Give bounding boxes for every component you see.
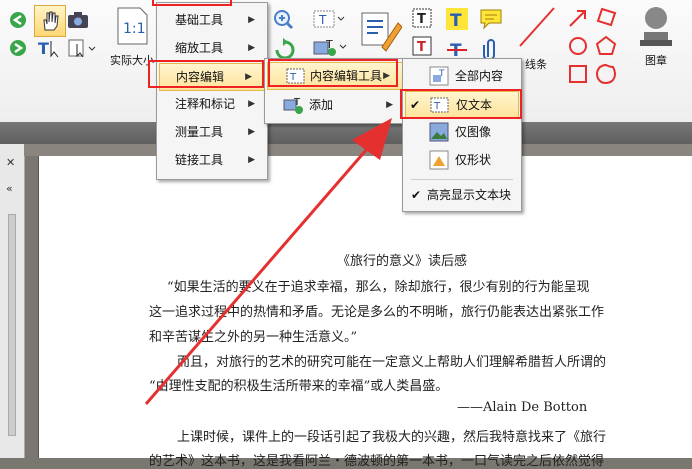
- arrow-head: [352, 118, 392, 160]
- arrow-shaft: [144, 133, 382, 405]
- annotation-arrow: [144, 118, 392, 405]
